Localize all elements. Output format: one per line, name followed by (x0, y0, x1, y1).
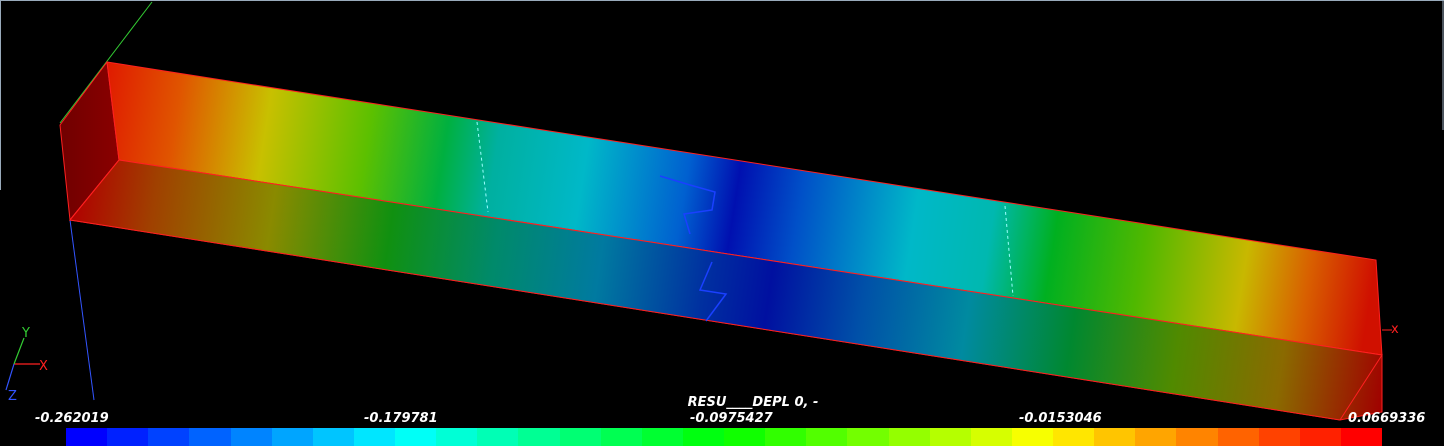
colorbar-segment (888, 428, 930, 446)
colorbar-segment (353, 428, 395, 446)
colorbar-segment (148, 428, 190, 446)
colorbar-segment (518, 428, 560, 446)
scalar-bar-tick-4: -0.0153046 (1019, 411, 1102, 426)
3d-viewport[interactable]: x X Y Z (0, 0, 1444, 446)
colorbar-segment (1217, 428, 1259, 446)
colorbar-segment (107, 428, 149, 446)
colorbar-segment (1176, 428, 1218, 446)
triad-x-label: X (39, 359, 48, 374)
global-z-axis-line (69, 219, 95, 401)
triad-y-label: Y (21, 326, 30, 341)
colorbar-segment (682, 428, 724, 446)
triad-z-axis (5, 363, 15, 391)
colorbar-segment (641, 428, 683, 446)
triad-y-axis (13, 337, 25, 365)
colorbar-segment (600, 428, 642, 446)
colorbar-segment (929, 428, 971, 446)
colorbar-segment (847, 428, 889, 446)
corner-axis-label: x (1391, 322, 1399, 337)
colorbar-segment (312, 428, 354, 446)
colorbar-segment (1299, 428, 1341, 446)
colorbar-segment (765, 428, 807, 446)
colorbar-segment (436, 428, 478, 446)
colorbar-segment (66, 428, 108, 446)
colorbar-segment (724, 428, 766, 446)
colorbar-segment (1340, 428, 1382, 446)
colorbar-segment (230, 428, 272, 446)
colorbar-segment (1258, 428, 1300, 446)
scalar-bar-colorbar (66, 428, 1382, 446)
colorbar-segment (559, 428, 601, 446)
colorbar-segment (395, 428, 437, 446)
colorbar-segment (271, 428, 313, 446)
orientation-triad[interactable]: X Y Z (5, 326, 48, 404)
colorbar-segment (806, 428, 848, 446)
scalar-bar-tick-2: -0.179781 (364, 411, 438, 426)
scalar-bar-title: RESU____DEPL 0, - (687, 395, 819, 410)
scalar-bar-tick-max: 0.0669336 (1348, 411, 1426, 426)
colorbar-segment (1011, 428, 1053, 446)
colorbar-segment (1094, 428, 1136, 446)
scalar-bar-tick-mid: -0.0975427 (690, 411, 773, 426)
colorbar-segment (1053, 428, 1095, 446)
colorbar-segment (477, 428, 519, 446)
colorbar-segment (189, 428, 231, 446)
colorbar-segment (1135, 428, 1177, 446)
colorbar-segment (970, 428, 1012, 446)
scalar-bar-tick-min: -0.262019 (35, 411, 109, 426)
